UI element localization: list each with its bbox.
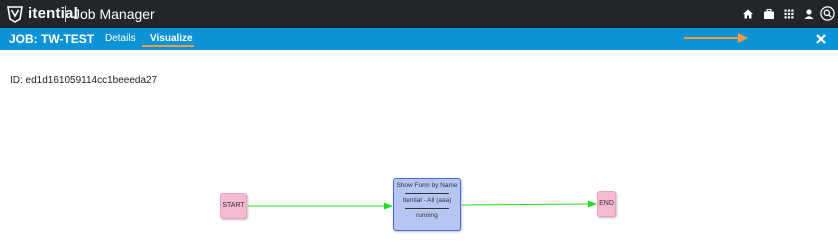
link-start-to-task	[248, 202, 393, 210]
task-group: Itential - All (aaa)	[402, 197, 452, 204]
start-node[interactable]: START	[220, 193, 247, 219]
task-status: running	[416, 212, 438, 219]
task-node-show-form-by-name[interactable]: Show Form by Name Itential - All (aaa) r…	[393, 178, 461, 231]
task-divider	[405, 193, 449, 194]
task-divider	[405, 208, 449, 209]
link-task-to-end	[461, 200, 597, 208]
end-node[interactable]: END	[597, 191, 616, 217]
task-name: Show Form by Name	[396, 182, 458, 189]
